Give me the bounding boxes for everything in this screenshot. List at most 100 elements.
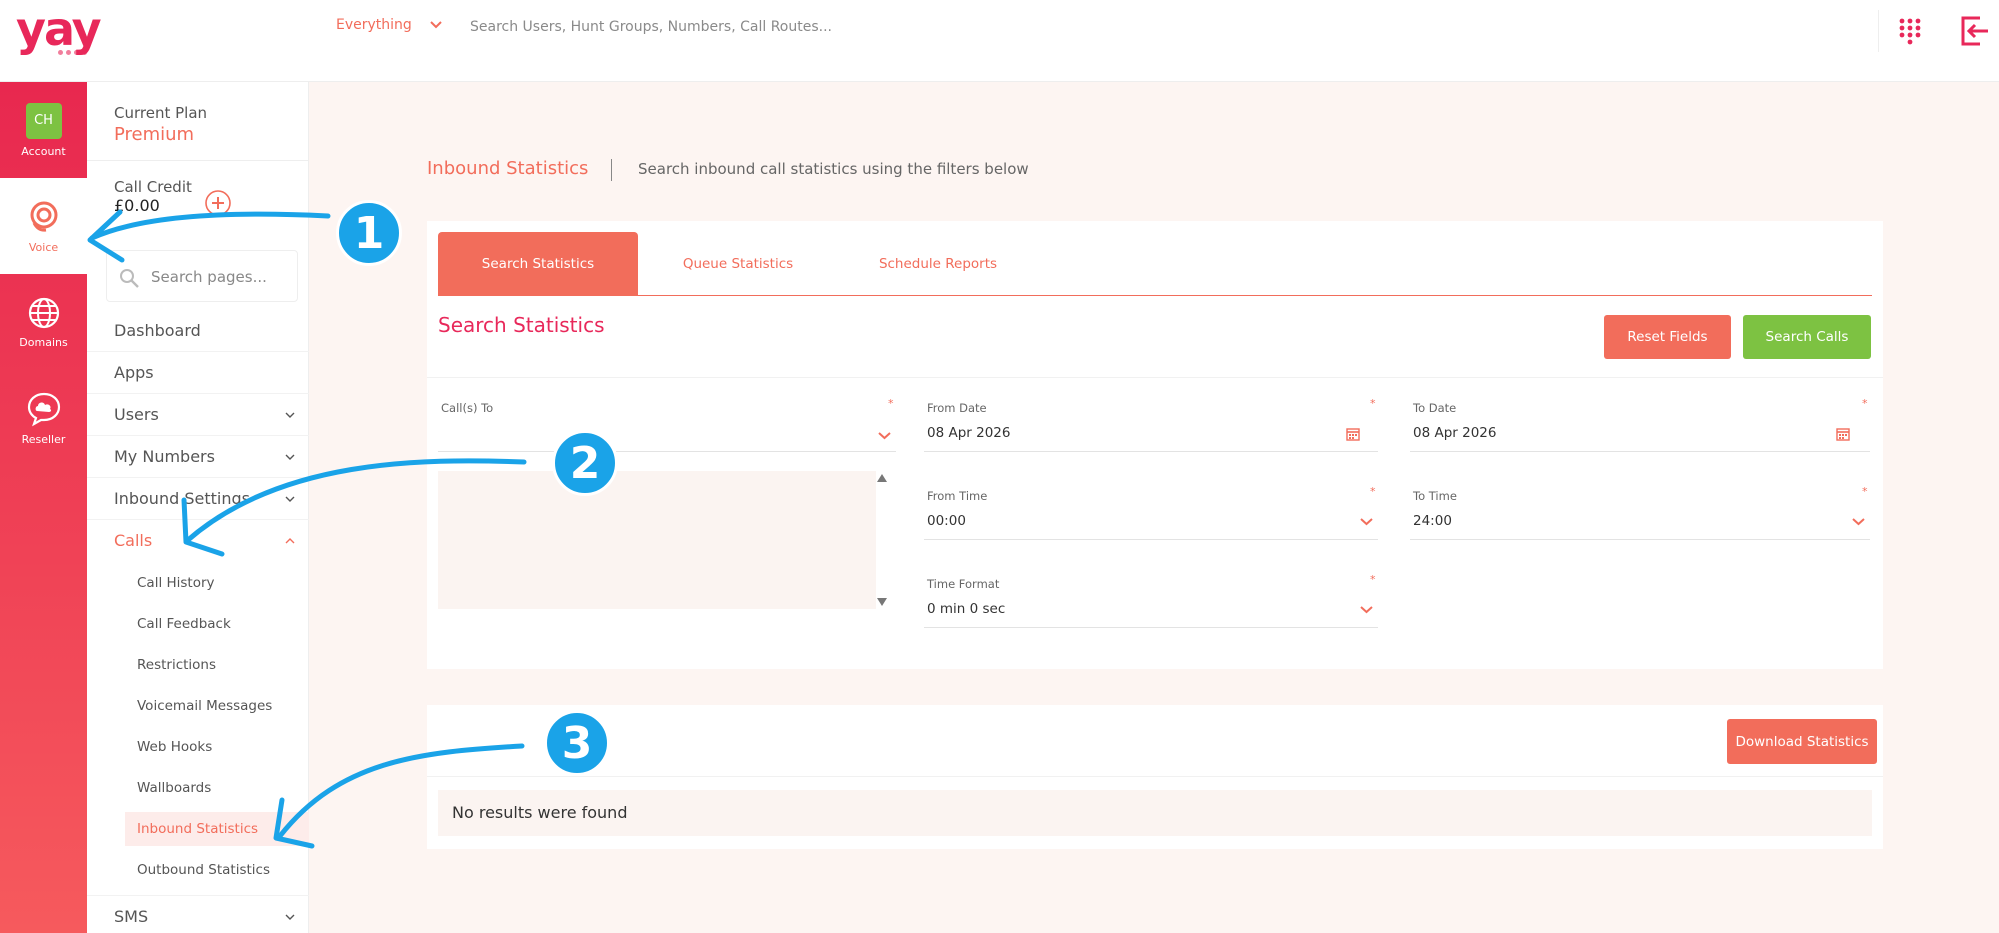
- scroll-up-icon[interactable]: [876, 473, 888, 483]
- nav-item-users[interactable]: Users: [87, 394, 309, 436]
- search-scope-select[interactable]: Everything: [336, 17, 412, 33]
- nav-item-apps[interactable]: Apps: [87, 352, 309, 394]
- app-rail: CH Account Voice Domains Reseller: [0, 82, 87, 933]
- rail-item-reseller[interactable]: Reseller: [0, 370, 87, 466]
- field-label: To Date: [1413, 401, 1457, 415]
- reset-fields-button[interactable]: Reset Fields: [1604, 315, 1731, 359]
- from-time-value: 00:00: [927, 513, 966, 529]
- chevron-down-icon[interactable]: [428, 18, 444, 32]
- nav-item-my-numbers[interactable]: My Numbers: [87, 436, 309, 478]
- field-label: Time Format: [927, 577, 1000, 591]
- nav-item-calls[interactable]: Calls: [87, 520, 309, 562]
- calls-to-list[interactable]: [438, 471, 876, 609]
- page-search: [106, 250, 298, 302]
- tab-search-statistics[interactable]: Search Statistics: [438, 232, 638, 296]
- logo-text: yay: [16, 2, 102, 56]
- rail-item-voice[interactable]: Voice: [0, 178, 87, 274]
- from-date-field[interactable]: From Date * 08 Apr 2026: [924, 397, 1378, 452]
- field-underline: [1410, 451, 1870, 452]
- rail-item-account[interactable]: CH Account: [0, 82, 87, 178]
- calendar-icon[interactable]: [1346, 427, 1360, 441]
- nav-item-sms[interactable]: SMS: [87, 895, 309, 933]
- calls-to-field[interactable]: Call(s) To *: [438, 397, 896, 461]
- nav-item-label: Users: [114, 405, 159, 424]
- rail-item-label: Account: [21, 144, 66, 158]
- to-time-value: 24:00: [1413, 513, 1452, 529]
- globe-icon: [28, 297, 59, 328]
- chevron-down-icon: [285, 914, 295, 920]
- calendar-icon[interactable]: [1836, 427, 1850, 441]
- field-underline: [924, 539, 1378, 540]
- credit-label: Call Credit: [114, 178, 192, 196]
- sub-item-call-feedback[interactable]: Call Feedback: [125, 607, 309, 641]
- to-date-field[interactable]: To Date * 08 Apr 2026: [1410, 397, 1870, 452]
- page-subtitle: Search inbound call statistics using the…: [638, 160, 1029, 178]
- from-time-select[interactable]: From Time * 00:00: [924, 485, 1378, 540]
- field-label: From Time: [927, 489, 988, 503]
- rail-item-label: Reseller: [21, 432, 66, 446]
- time-format-select[interactable]: Time Format * 0 min 0 sec: [924, 573, 1378, 628]
- field-underline: [438, 451, 896, 452]
- call-credit: Call Credit £0.00: [114, 178, 192, 215]
- required-mark: *: [1370, 485, 1376, 498]
- cloud-chat-icon: [27, 392, 60, 426]
- nav-item-label: Dashboard: [114, 321, 201, 340]
- tab-queue-statistics[interactable]: Queue Statistics: [638, 232, 838, 296]
- plan-value: Premium: [114, 124, 195, 145]
- chevron-down-icon[interactable]: [1360, 605, 1373, 614]
- logo-dots: [58, 50, 87, 55]
- divider: [87, 160, 309, 161]
- field-underline: [1410, 539, 1870, 540]
- page-search-input[interactable]: [151, 265, 291, 289]
- nav-item-dashboard[interactable]: Dashboard: [87, 310, 309, 352]
- field-underline: [924, 627, 1378, 628]
- search-calls-button[interactable]: Search Calls: [1743, 315, 1871, 359]
- secondary-sidebar: Current Plan Premium Call Credit £0.00 D…: [87, 82, 309, 933]
- sub-item-wallboards[interactable]: Wallboards: [125, 771, 309, 805]
- chevron-down-icon: [285, 454, 295, 460]
- dialpad-icon[interactable]: [1898, 17, 1922, 47]
- sub-item-voicemail-messages[interactable]: Voicemail Messages: [125, 689, 309, 723]
- required-mark: *: [1370, 397, 1376, 410]
- field-underline: [924, 451, 1378, 452]
- no-results-message: No results were found: [438, 790, 1872, 836]
- logout-icon[interactable]: [1958, 14, 1992, 48]
- headset-icon: [30, 201, 57, 232]
- tab-underline: [438, 295, 1872, 296]
- time-format-value: 0 min 0 sec: [927, 601, 1006, 617]
- global-search-input[interactable]: [470, 12, 1030, 42]
- yay-logo[interactable]: yay: [16, 6, 116, 58]
- tab-schedule-reports[interactable]: Schedule Reports: [838, 232, 1038, 296]
- chevron-up-icon: [285, 538, 295, 544]
- nav-item-label: Calls: [114, 531, 153, 550]
- chevron-down-icon: [285, 412, 295, 418]
- top-divider: [1878, 10, 1879, 52]
- section-title: Search Statistics: [438, 313, 605, 337]
- annotation-badge-2: 2: [552, 430, 618, 496]
- sub-item-outbound-statistics[interactable]: Outbound Statistics: [125, 853, 309, 887]
- required-mark: *: [1862, 397, 1868, 410]
- chevron-down-icon[interactable]: [1360, 517, 1373, 526]
- results-card: Download Statistics No results were foun…: [427, 705, 1883, 849]
- sub-item-restrictions[interactable]: Restrictions: [125, 648, 309, 682]
- required-mark: *: [1370, 573, 1376, 586]
- chevron-down-icon[interactable]: [1852, 517, 1865, 526]
- scroll-down-icon[interactable]: [876, 597, 888, 607]
- chevron-down-icon: [285, 496, 295, 502]
- nav-item-label: Apps: [114, 363, 154, 382]
- nav-item-inbound-settings[interactable]: Inbound Settings: [87, 478, 309, 520]
- nav-item-label: SMS: [114, 907, 149, 926]
- sub-item-web-hooks[interactable]: Web Hooks: [125, 730, 309, 764]
- nav-item-label: Inbound Settings: [114, 489, 250, 508]
- divider: [427, 377, 1883, 378]
- add-credit-icon[interactable]: [204, 189, 232, 217]
- sub-item-call-history[interactable]: Call History: [125, 566, 309, 600]
- rail-item-domains[interactable]: Domains: [0, 274, 87, 370]
- download-statistics-button[interactable]: Download Statistics: [1727, 719, 1877, 764]
- sub-item-inbound-statistics[interactable]: Inbound Statistics: [125, 812, 309, 846]
- chevron-down-icon[interactable]: [878, 431, 891, 440]
- to-time-select[interactable]: To Time * 24:00: [1410, 485, 1870, 540]
- required-mark: *: [1862, 485, 1868, 498]
- divider: [427, 776, 1883, 777]
- main-content: Inbound Statistics Search inbound call s…: [309, 82, 1999, 933]
